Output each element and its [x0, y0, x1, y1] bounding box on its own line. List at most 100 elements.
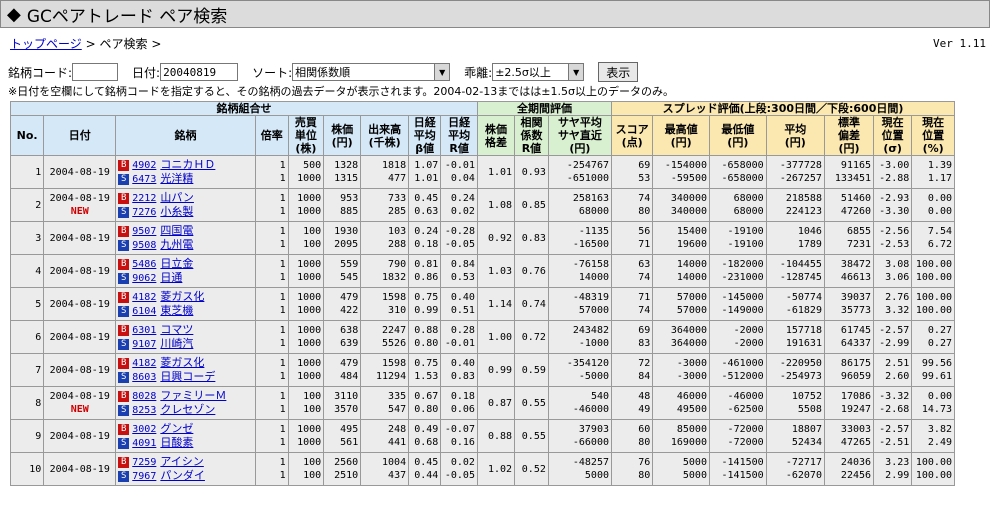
sell-icon: S	[118, 173, 130, 185]
deviation-select[interactable]: ±2.5σ以上 ▼	[492, 63, 585, 81]
stock-name-link[interactable]: 日立金	[160, 257, 193, 270]
stock-name-link[interactable]: ファミリーＭ	[160, 389, 226, 402]
stock-code-link[interactable]: 8603	[132, 372, 156, 383]
stock-name-link[interactable]: 小糸製	[160, 205, 193, 218]
row-spread-pct: 1.00	[476, 320, 516, 354]
stock-name-link[interactable]: コニカＨＤ	[160, 158, 215, 171]
column-header-ratio: 倍率	[254, 115, 289, 156]
stock-code-link[interactable]: 7259	[132, 457, 156, 468]
stock-name-link[interactable]: コマツ	[160, 323, 193, 336]
row-score: 71 74	[610, 287, 654, 321]
stock-code-link[interactable]: 4091	[132, 438, 156, 449]
row-no: 5	[9, 287, 45, 321]
row-date: 2004-08-19 NEW	[43, 386, 117, 420]
stock-code-link[interactable]: 2212	[132, 193, 156, 204]
submit-button[interactable]: 表示	[598, 62, 639, 82]
stock-name-link[interactable]: 山パン	[160, 191, 194, 204]
row-stocks: B 9507 四国電 S 9508 九州電	[115, 221, 256, 255]
stock-code-link[interactable]: 7967	[132, 471, 156, 482]
diamond-icon: ◆	[7, 3, 21, 25]
stock-code-link[interactable]: 8028	[132, 391, 156, 402]
stock-code-link[interactable]: 9508	[132, 240, 156, 251]
row-beta: 0.49 0.68	[408, 419, 442, 453]
stock-code-link[interactable]: 7276	[132, 207, 156, 218]
row-price: 953 885	[323, 188, 362, 222]
stock-name-link[interactable]: 日興コーデ	[160, 370, 215, 383]
table-row: 8 2004-08-19 NEW B 8028 ファミリーＭ S 8253 クレセゾン 1 1 100…	[9, 386, 955, 420]
stock-code-link[interactable]: 6301	[132, 325, 156, 336]
row-ratio: 11	[254, 155, 289, 189]
column-header-saya: サヤ平均 サヤ直近 (円)	[547, 115, 613, 156]
row-avg: -104455 -128745	[765, 254, 825, 288]
row-pos-sigma: -2.57 -2.99	[873, 320, 913, 354]
row-r: -0.28 -0.05	[440, 221, 478, 255]
column-header-score: スコア (点)	[610, 115, 654, 156]
breadcrumb-current: ペア検索	[99, 37, 148, 51]
stock-code-link[interactable]: 6104	[132, 306, 156, 317]
row-ratio: 11	[254, 419, 289, 453]
row-unit: 1000 1000	[287, 320, 325, 354]
row-stocks: B 4182 菱ガス化 S 8603 日興コーデ	[115, 353, 256, 387]
stock-code-link[interactable]: 5486	[132, 259, 156, 270]
column-header-corr: 相関 係数 R値	[514, 115, 549, 156]
stock-name-link[interactable]: 菱ガス化	[160, 290, 204, 303]
stock-code-link[interactable]: 9107	[132, 339, 156, 350]
row-pos-pct: 0.00 14.73	[911, 386, 955, 420]
row-date: 2004-08-19	[43, 320, 117, 354]
row-high: -154000 -59500	[652, 155, 710, 189]
column-header-pos-pct: 現在 位置 (%)	[911, 115, 955, 156]
stock-code-link[interactable]: 4902	[132, 160, 156, 171]
row-r: 0.02 -0.05	[440, 452, 478, 486]
deviation-select-value: ±2.5σ以上	[495, 66, 551, 79]
stock-code-link[interactable]: 9062	[132, 273, 156, 284]
stock-code-link[interactable]: 6473	[132, 174, 156, 185]
stock-name-link[interactable]: グンゼ	[160, 422, 193, 435]
row-corr: 0.83	[514, 221, 549, 255]
row-pos-sigma: -2.57 -2.51	[873, 419, 913, 453]
row-no: 1	[9, 155, 45, 189]
stock-code-link[interactable]: 4182	[132, 358, 156, 369]
stock-name-link[interactable]: クレセゾン	[160, 403, 215, 416]
row-saya: 37903 -66000	[547, 419, 613, 453]
stock-code-link[interactable]: 9507	[132, 226, 156, 237]
stock-code-link[interactable]: 3002	[132, 424, 156, 435]
stock-name-link[interactable]: 日通	[160, 271, 182, 284]
breadcrumb-home-link[interactable]: トップページ	[10, 37, 82, 51]
stock-name-link[interactable]: パンダイ	[160, 469, 205, 482]
stock-name-link[interactable]: 川崎汽	[160, 337, 193, 350]
stock-name-link[interactable]: 九州電	[160, 238, 193, 251]
stock-code-link[interactable]: 4182	[132, 292, 156, 303]
sell-icon: S	[118, 239, 130, 251]
row-pos-pct: 100.00 100.00	[911, 452, 955, 486]
stock-name-link[interactable]: アイシン	[160, 455, 203, 468]
row-volume: 248 441	[360, 419, 410, 453]
column-header-beta: 日経 平均 β値	[408, 115, 442, 156]
stock-name-link[interactable]: 日酸素	[160, 436, 193, 449]
row-corr: 0.55	[514, 386, 549, 420]
row-stocks: B 3002 グンゼ S 4091 日酸素	[115, 419, 256, 453]
row-std: 86175 96059	[823, 353, 875, 387]
row-date: 2004-08-19	[43, 353, 117, 387]
column-header-spread-pct: 株価 格差	[476, 115, 516, 156]
row-score: 76 80	[610, 452, 654, 486]
stock-name-link[interactable]: 光洋精	[160, 172, 193, 185]
sort-select[interactable]: 相関係数順 ▼	[292, 63, 451, 81]
row-beta: 1.07 1.01	[408, 155, 442, 189]
column-header-std: 標準 偏差 (円)	[823, 115, 875, 156]
stock-name-link[interactable]: 四国電	[160, 224, 193, 237]
stock-name-link[interactable]: 菱ガス化	[160, 356, 204, 369]
row-std: 91165 133451	[823, 155, 875, 189]
column-header-high: 最高値 (円)	[652, 115, 710, 156]
row-no: 10	[9, 452, 45, 486]
row-stocks: B 6301 コマツ S 9107 川崎汽	[115, 320, 256, 354]
row-unit: 100 100	[287, 386, 325, 420]
date-input[interactable]	[160, 63, 239, 81]
code-input[interactable]	[72, 63, 119, 81]
stock-code-link[interactable]: 8253	[132, 405, 156, 416]
row-stocks: B 8028 ファミリーＭ S 8253 クレセゾン	[115, 386, 256, 420]
stock-name-link[interactable]: 東芝機	[160, 304, 193, 317]
row-beta: 0.88 0.80	[408, 320, 442, 354]
row-unit: 1000 1000	[287, 287, 325, 321]
row-pos-pct: 7.54 6.72	[911, 221, 955, 255]
row-price: 638 639	[323, 320, 362, 354]
